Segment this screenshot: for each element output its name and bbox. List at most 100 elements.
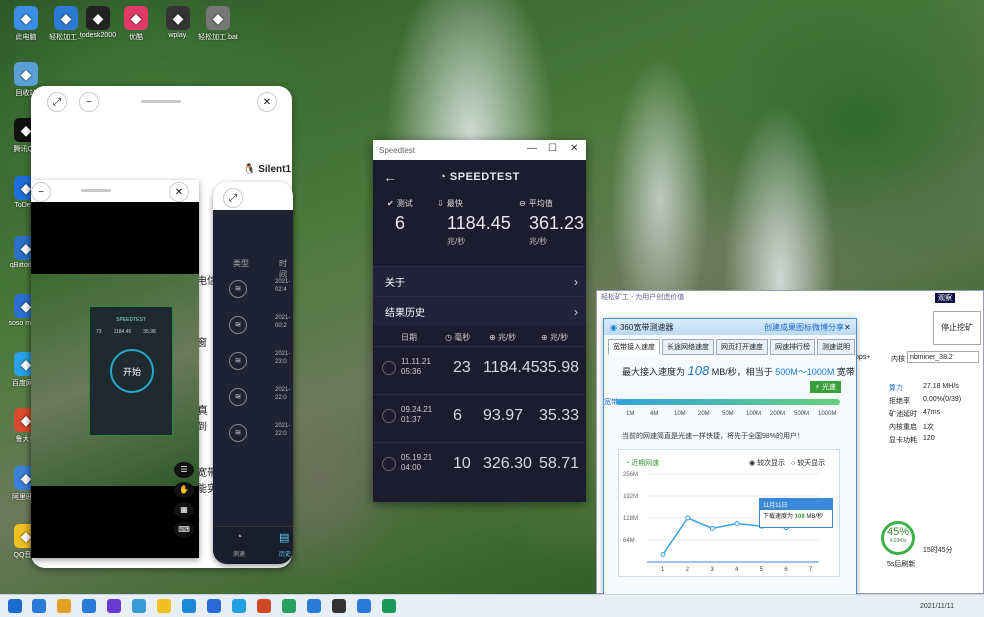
nav-speed-label: 测速 — [232, 552, 245, 558]
taskbar-app-icon[interactable] — [107, 599, 121, 613]
taskbar-app-icon[interactable] — [257, 599, 271, 613]
taskbar-app-icon[interactable] — [157, 599, 171, 613]
drag-handle[interactable] — [81, 189, 111, 192]
desktop-icon-label: 优酷 — [129, 34, 143, 41]
taskbar-app-icon[interactable] — [332, 599, 346, 613]
chart-panel: ◔ 近期网速 ◉ 较次显示 ○ 较天显示 256M 192M 128M 64M 1 2 3 4… — [618, 449, 840, 577]
tester-tab[interactable]: 宽带接入速度 — [608, 339, 660, 355]
avg-label: 平均值 — [528, 199, 553, 208]
wifi-icon: ≋ — [229, 352, 247, 370]
taskbar-clock[interactable]: 2021/11/11 — [920, 603, 954, 610]
data-point[interactable] — [660, 551, 666, 557]
weibo-share-link[interactable]: 微博分享 — [812, 322, 844, 333]
history-result-row[interactable]: 05.19.21 04:00 10 326.30 58.71 — [373, 442, 586, 485]
result-date: 05.19.21 04:00 — [401, 453, 433, 472]
close-button[interactable]: ✕ — [844, 323, 851, 332]
desktop-icon[interactable]: ◆ 优酷 — [114, 6, 158, 42]
scale-tick: 1000M — [818, 411, 837, 417]
history-label: 结果历史 — [385, 308, 425, 319]
max-value: 108 — [687, 363, 710, 378]
history-result-row[interactable]: 09.24.21 01:37 6 93.97 35.33 — [373, 394, 586, 437]
start-button[interactable]: 开始 — [110, 349, 154, 393]
history-result-row[interactable]: 11.11.21 05:36 23 1184.45 35.98 — [373, 346, 586, 389]
gauge-sub: 4.03K/s — [889, 538, 907, 544]
taskbar-app-icon[interactable] — [82, 599, 96, 613]
taskbar-app-icon[interactable] — [307, 599, 321, 613]
taskbar-app-icon[interactable] — [32, 599, 46, 613]
chevron-right-icon: › — [574, 274, 578, 289]
avg-stat: ⊖ 平均值 361.23 兆/秒 — [519, 198, 584, 247]
taskbar-app-icon[interactable] — [132, 599, 146, 613]
desktop-icon-label: wplay. — [168, 32, 188, 39]
maximize-button[interactable]: ☐ — [548, 143, 557, 154]
tooltip-value: 108 — [794, 514, 805, 520]
speedtest-header: ← ◔ SPEEDTEST — [373, 160, 586, 194]
taskbar-app-icon[interactable] — [282, 599, 296, 613]
drag-handle[interactable] — [141, 100, 181, 103]
taskbar-app-icon[interactable] — [57, 599, 71, 613]
result-date: 09.24.21 01:37 — [401, 405, 433, 424]
taskbar: 2021/11/11 — [0, 594, 984, 617]
black-screen-area — [31, 202, 199, 274]
grid-icon[interactable]: ▦ — [174, 502, 194, 518]
result-up: 58.71 — [539, 455, 580, 472]
data-point[interactable] — [734, 521, 740, 526]
tester-tab[interactable]: 网速排行榜 — [770, 339, 815, 355]
speedtest-window[interactable]: Speedtest — ☐ ✕ ← ◔ SPEEDTEST ✔ 测试 6 ⇩ 最快 … — [373, 140, 586, 502]
start-icon[interactable] — [8, 599, 22, 613]
speedometer-icon[interactable]: ◔ — [229, 531, 249, 543]
desktop-icon[interactable]: ◆ 此电脑 — [4, 6, 48, 42]
tester-tab[interactable]: 长途网络速度 — [662, 339, 714, 355]
tester-tab[interactable]: 测速说明 — [817, 339, 855, 355]
close-button[interactable]: ✕ — [570, 143, 578, 154]
col-down: ⊕ 兆/秒 — [489, 333, 517, 342]
tester-titlebar[interactable]: ◉ 360宽带测速器 创建成果图标 微博分享 ✕ — [604, 319, 856, 335]
kernel-select[interactable]: nbminer_38.2 — [907, 351, 979, 363]
miner-stat-label: 拒绝率 — [889, 398, 910, 405]
history-item-time: 2021- 22:0 — [275, 387, 291, 401]
taskbar-app-icon[interactable] — [207, 599, 221, 613]
tester-title: 360宽带测速器 — [619, 322, 674, 332]
expand-icon[interactable]: ⤢ — [223, 188, 243, 208]
create-icon-link[interactable]: 创建成果图标 — [764, 322, 812, 333]
desktop-icon[interactable]: ◆ 轻松加工.bat — [196, 6, 240, 42]
data-point[interactable] — [685, 515, 691, 521]
back-arrow-icon[interactable]: ← — [383, 169, 397, 185]
pointer-icon[interactable]: ✋ — [174, 482, 194, 498]
phone-mirror-window-middle[interactable]: ⤢ 类型 时间 ≋ 2021- 02:4 ≋ 2021- 00:2 ≋ 2021- 23:… — [213, 182, 293, 564]
desktop-icon[interactable]: ◆ wplay. — [156, 6, 200, 39]
result-down: 1184.45 — [483, 359, 540, 376]
recycle-bin-icon: ◆ — [14, 62, 38, 86]
history-icon[interactable]: ▤ — [279, 531, 293, 544]
minimize-button[interactable]: − — [79, 92, 99, 112]
history-item-time: 2021- 02:4 — [275, 279, 291, 293]
taskbar-app-icon[interactable] — [357, 599, 371, 613]
expand-icon[interactable]: ⤢ — [47, 92, 67, 112]
badge-text: 光速 — [821, 384, 836, 391]
col-up-text: 兆/秒 — [549, 333, 569, 342]
tester-tabs: 宽带接入速度 长途网络速度 网页打开速度 网速排行榜 测速说明 — [608, 339, 855, 355]
best-label: 最快 — [446, 199, 463, 208]
stop-mining-button[interactable]: 停止挖矿 — [933, 311, 981, 345]
keyboard-icon[interactable]: ⌨ — [174, 522, 194, 538]
minimize-button[interactable]: — — [527, 143, 537, 154]
taskbar-app-icon[interactable] — [182, 599, 196, 613]
speedtest-logo: ◔ SPEEDTEST — [439, 171, 520, 183]
scale-tick: 4M — [650, 411, 659, 417]
miner-tag: 观察 — [935, 293, 955, 303]
menu-icon[interactable]: ☰ — [174, 462, 194, 478]
broadband-tester-window[interactable]: ◉ 360宽带测速器 创建成果图标 微博分享 ✕ 宽带接入速度 长途网络速度 网页打… — [603, 318, 857, 594]
refresh-label: 5s后刷新 — [887, 561, 916, 568]
speedtest-titlebar[interactable]: Speedtest — ☐ ✕ — [373, 140, 586, 160]
tester-tab[interactable]: 网页打开速度 — [716, 339, 768, 355]
mini-value: 1184.45 — [113, 329, 132, 335]
taskbar-app-icon[interactable] — [232, 599, 246, 613]
x-tick-label: 2 — [686, 567, 690, 573]
about-row[interactable]: 关于 › — [373, 266, 586, 296]
minimize-button[interactable]: − — [31, 182, 51, 202]
close-button[interactable]: ✕ — [169, 182, 189, 202]
data-point[interactable] — [709, 525, 715, 531]
history-row[interactable]: 结果历史 › — [373, 296, 586, 326]
taskbar-app-icon[interactable] — [382, 599, 396, 613]
close-button[interactable]: ✕ — [257, 92, 277, 112]
